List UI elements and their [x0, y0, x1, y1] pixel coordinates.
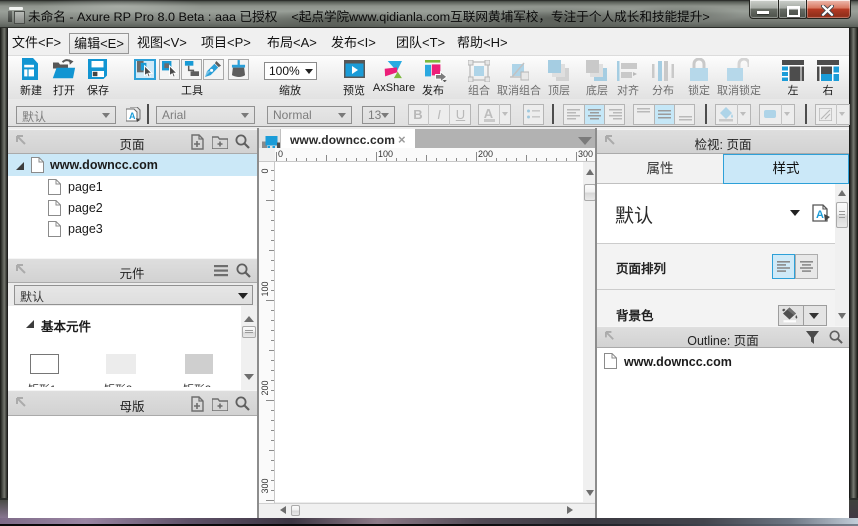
svg-text:A: A	[129, 111, 136, 121]
svg-text:A: A	[816, 209, 824, 221]
